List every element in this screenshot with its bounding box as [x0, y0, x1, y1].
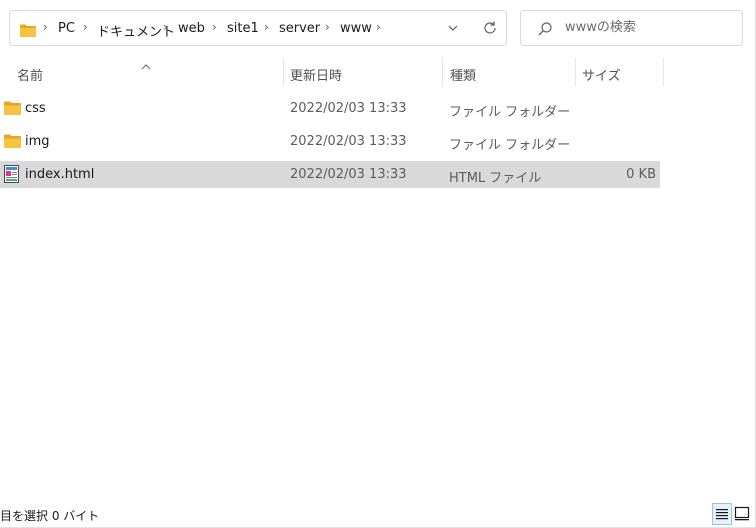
file-name: img	[25, 134, 50, 149]
folder-icon	[4, 100, 21, 119]
column-divider[interactable]	[575, 58, 576, 86]
column-divider[interactable]	[663, 58, 664, 86]
breadcrumb-server[interactable]: server	[279, 21, 320, 36]
chevron-right-icon[interactable]: ›	[376, 20, 381, 34]
breadcrumb-www[interactable]: www	[340, 21, 372, 36]
file-row-css[interactable]: css 2022/02/03 13:33 ファイル フォルダー	[0, 95, 660, 122]
file-date: 2022/02/03 13:33	[290, 134, 407, 149]
search-input[interactable]	[565, 20, 735, 35]
file-type: ファイル フォルダー	[449, 105, 571, 120]
file-type: ファイル フォルダー	[449, 138, 571, 153]
details-view-icon	[716, 509, 728, 520]
search-box[interactable]	[520, 10, 743, 46]
file-name: css	[25, 101, 46, 116]
chevron-right-icon[interactable]: ›	[43, 20, 48, 34]
address-bar[interactable]: › PC › ドキュメント › web › site1 › server › w…	[9, 10, 507, 46]
status-text: 目を選択 0 バイト	[0, 509, 100, 523]
folder-icon	[4, 133, 21, 152]
file-row-index-html[interactable]: index.html 2022/02/03 13:33 HTML ファイル 0 …	[0, 161, 660, 188]
file-name: index.html	[25, 167, 95, 182]
html-file-icon	[4, 165, 20, 187]
chevron-right-icon[interactable]: ›	[212, 20, 217, 34]
chevron-right-icon[interactable]: ›	[83, 20, 88, 34]
column-divider[interactable]	[442, 58, 443, 86]
file-row-img[interactable]: img 2022/02/03 13:33 ファイル フォルダー	[0, 128, 660, 155]
file-date: 2022/02/03 13:33	[290, 101, 407, 116]
refresh-icon[interactable]	[482, 20, 498, 40]
column-header-name[interactable]: 名前	[17, 65, 43, 84]
chevron-down-icon[interactable]	[446, 20, 460, 39]
tiles-view-icon	[734, 506, 750, 521]
breadcrumb-pc[interactable]: PC	[58, 21, 75, 36]
file-type: HTML ファイル	[449, 171, 542, 186]
breadcrumb-site1[interactable]: site1	[227, 21, 259, 36]
chevron-right-icon[interactable]: ›	[325, 20, 330, 34]
chevron-right-icon[interactable]: ›	[264, 20, 269, 34]
column-header-date[interactable]: 更新日時	[290, 65, 342, 84]
file-date: 2022/02/03 13:33	[290, 167, 407, 182]
search-icon	[537, 21, 553, 41]
folder-icon	[20, 22, 36, 41]
breadcrumb-web[interactable]: web	[178, 21, 205, 36]
details-view-button[interactable]	[712, 503, 732, 525]
column-header-type[interactable]: 種類	[450, 65, 476, 84]
sort-ascending-icon	[141, 56, 151, 75]
column-header-size[interactable]: サイズ	[582, 65, 621, 84]
chevron-right-icon[interactable]: ›	[163, 20, 168, 34]
file-size: 0 KB	[626, 167, 656, 182]
tiles-view-button[interactable]	[733, 503, 753, 525]
column-divider[interactable]	[283, 58, 284, 86]
